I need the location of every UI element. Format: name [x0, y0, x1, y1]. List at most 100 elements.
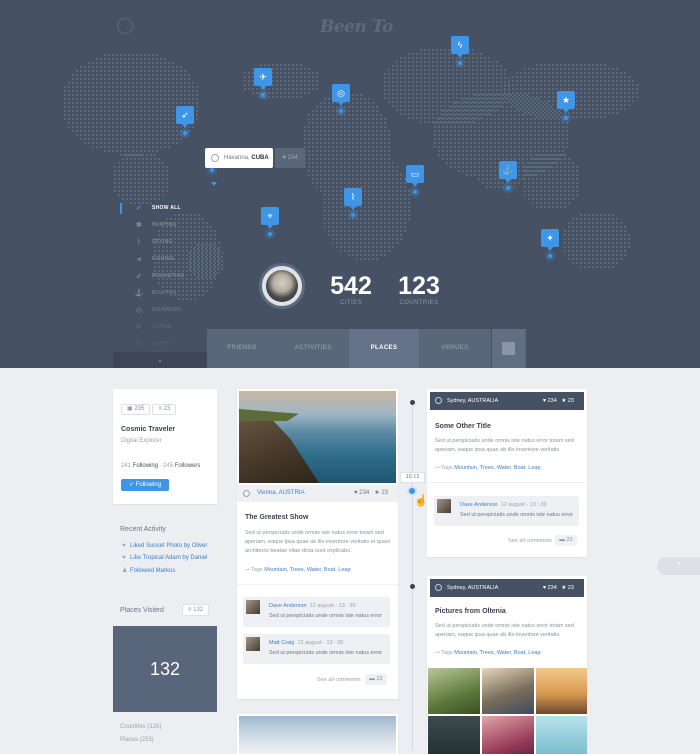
see-all-comments-link[interactable]: See all comments [317, 677, 361, 683]
comment-date: 12 august - 13 : 30 [297, 640, 344, 646]
timeline-date: 10.12 [400, 472, 425, 483]
filter-boating[interactable]: ⚓ BOATING [112, 285, 207, 302]
leaf-icon: ✦ [135, 341, 143, 348]
post-photo[interactable] [239, 716, 396, 754]
map-pin-camera[interactable]: ▭ [406, 165, 424, 194]
post-title[interactable]: The Greatest Show [245, 514, 308, 521]
comment-count[interactable]: ▬ 23 [365, 674, 387, 685]
activity-filter-list: ✓ SHOW ALL ✱ HUNTING ⌇ SPYING ◂ FISHING ➶ ROC… [112, 200, 207, 353]
photo-thumb[interactable] [428, 716, 480, 754]
popup-fav-count: 234 [287, 155, 298, 161]
location-popup[interactable]: Havanna, CUBA [205, 148, 273, 168]
post-body: Sed ut perspiciatis unde omnis iste natu… [245, 530, 390, 554]
tab-places[interactable]: PLACES [349, 329, 420, 368]
filter-hunting[interactable]: ✱ HUNTING [112, 217, 207, 234]
filter-rocketing[interactable]: ➶ ROCKETING [112, 268, 207, 285]
commenter-avatar[interactable] [437, 499, 451, 513]
commenter-avatar[interactable] [246, 600, 260, 614]
photo-thumb[interactable] [482, 668, 534, 714]
post-photo[interactable] [239, 391, 396, 483]
filter-expand-toggle[interactable]: ⌄ [113, 352, 207, 368]
photo-thumb[interactable] [536, 668, 587, 714]
activity-item[interactable]: ♟ Followed Markus [122, 567, 175, 574]
stat-countries: 123 COUNTRIES [396, 272, 442, 306]
comment-date: 12 august - 13 : 30 [309, 603, 356, 609]
comment: Dave Anderson 12 august - 13 : 30 Sed ut… [434, 496, 579, 526]
photo-thumb[interactable] [428, 668, 480, 714]
post-title[interactable]: Some Other Title [435, 423, 491, 430]
activity-item[interactable]: ♥ Like Tropical Adam by Daniel [122, 555, 207, 561]
comment: Matt Craig 12 august - 13 : 30 Sed ut pe… [243, 634, 390, 664]
grid-view-button[interactable] [492, 329, 526, 368]
countries-label: COUNTRIES [399, 300, 439, 306]
post-tags: ⊸ Tags Mountain, Trees, Water, Boat, Lea… [435, 650, 541, 656]
pins-chip[interactable]: ⌾ 23 [152, 404, 177, 415]
hand-cursor-icon: ☝ [414, 495, 428, 507]
map-pin-rocket[interactable]: ➶ [176, 106, 194, 135]
tag-links[interactable]: Mountain, Trees, Water, Boat, Leap [454, 465, 540, 471]
map-pin-fishing[interactable]: ⌖ [261, 207, 279, 236]
commenter-name[interactable]: Dave Anderson [269, 603, 307, 609]
cities-count: 542 [330, 272, 372, 300]
map-hero: Been To ✈ ➶ ◎ ϟ ★ ⌖ ⌇ ▭ ⚓ ✦ Havanna, CUB… [0, 0, 700, 368]
brand-logo[interactable]: Been To [320, 17, 393, 37]
followers-label[interactable]: Followers [175, 463, 201, 469]
filter-fishing[interactable]: ◂ FISHING [112, 251, 207, 268]
power-icon[interactable] [117, 18, 133, 34]
photo-thumb[interactable] [536, 716, 587, 754]
location-icon [211, 154, 219, 162]
comment-text: Sed ut perspiciatis unde omnis iste natu… [269, 650, 383, 656]
filter-spying[interactable]: ⌇ SPYING [112, 234, 207, 251]
filter-diving[interactable]: ✦ DIVING [112, 336, 207, 353]
post-reactions: ♥ 234 ★ 23 [354, 490, 388, 496]
commenter-avatar[interactable] [246, 637, 260, 651]
post-header: Sydney, AUSTRALIA ♥ 234 ★ 23 [430, 579, 584, 597]
post-title[interactable]: Pictures from Oltenia [435, 608, 506, 615]
cities-label: CITIES [340, 300, 362, 306]
commenter-name[interactable]: Matt Craig [269, 640, 294, 646]
timeline-dot[interactable] [410, 584, 415, 589]
map-pin-mapleleaf[interactable]: ✦ [541, 229, 559, 258]
map-pin-binoculars[interactable]: ⌇ [344, 188, 362, 217]
popup-favorites[interactable]: ♥ 234 [275, 148, 305, 168]
tab-friends[interactable]: FRIENDS [207, 329, 278, 368]
following-label[interactable]: Following [133, 463, 158, 469]
scroll-top-button[interactable]: ⌃ [657, 557, 700, 575]
post-place[interactable]: Vienna, AUSTRIA [257, 485, 305, 502]
comment: Dave Anderson 12 august - 13 : 30 Sed ut… [243, 597, 390, 627]
map-pin-star[interactable]: ★ [557, 91, 575, 120]
post-place[interactable]: Sydney, AUSTRALIA [447, 579, 498, 597]
commenter-name[interactable]: Dave Anderson [460, 502, 498, 508]
filter-show-all[interactable]: ✓ SHOW ALL [112, 200, 207, 217]
post-card: Sydney, AUSTRALIA ♥ 234 ★ 23 Some Other … [427, 389, 587, 557]
countries-count-link[interactable]: Countries (126) [120, 724, 161, 730]
filter-swimming[interactable]: ◎ SWIMMING [112, 302, 207, 319]
places-visited-header: Places Visited [120, 607, 164, 614]
profile-title: Digital Explorer [121, 438, 162, 444]
countries-count: 123 [398, 272, 440, 300]
places-visited-map[interactable]: 132 [113, 626, 217, 712]
comment-text: Sed ut perspiciatis unde omnis iste natu… [269, 613, 383, 619]
tag-links[interactable]: Mountain, Trees, Water, Boat, Leap [454, 650, 540, 656]
user-icon: ♟ [122, 568, 128, 574]
map-pin-lifebuoy[interactable]: ◎ [332, 84, 350, 113]
map-pin-flight[interactable]: ✈ [254, 68, 272, 97]
heart-icon: ♥ [122, 543, 126, 549]
activity-item[interactable]: ♥ Liked Sunset Photo by Oliver [122, 543, 207, 549]
tab-venues[interactable]: VENUES [420, 329, 491, 368]
see-all-comments-link[interactable]: See all comments [508, 538, 552, 544]
profile-avatar[interactable] [259, 263, 305, 309]
tag-links[interactable]: Mountain, Trees, Water, Boat, Leap [264, 567, 350, 573]
timeline-dot[interactable] [410, 400, 415, 405]
map-pin-lightning[interactable]: ϟ [451, 36, 469, 65]
filter-flying[interactable]: ✈ FLYING [112, 319, 207, 336]
tab-activities[interactable]: ACTIVITIES [278, 329, 349, 368]
map-pin-anchor[interactable]: ⚓ [499, 161, 517, 190]
photos-chip[interactable]: ▣ 235 [121, 404, 151, 415]
following-button[interactable]: ✓ Following [121, 479, 170, 491]
comment-count[interactable]: ▬ 23 [555, 535, 577, 546]
places-count-link[interactable]: Places (253) [120, 737, 154, 743]
photo-thumb[interactable] [482, 716, 534, 754]
places-pin-chip[interactable]: ⌾ 132 [182, 604, 209, 616]
post-place[interactable]: Sydney, AUSTRALIA [447, 392, 498, 410]
